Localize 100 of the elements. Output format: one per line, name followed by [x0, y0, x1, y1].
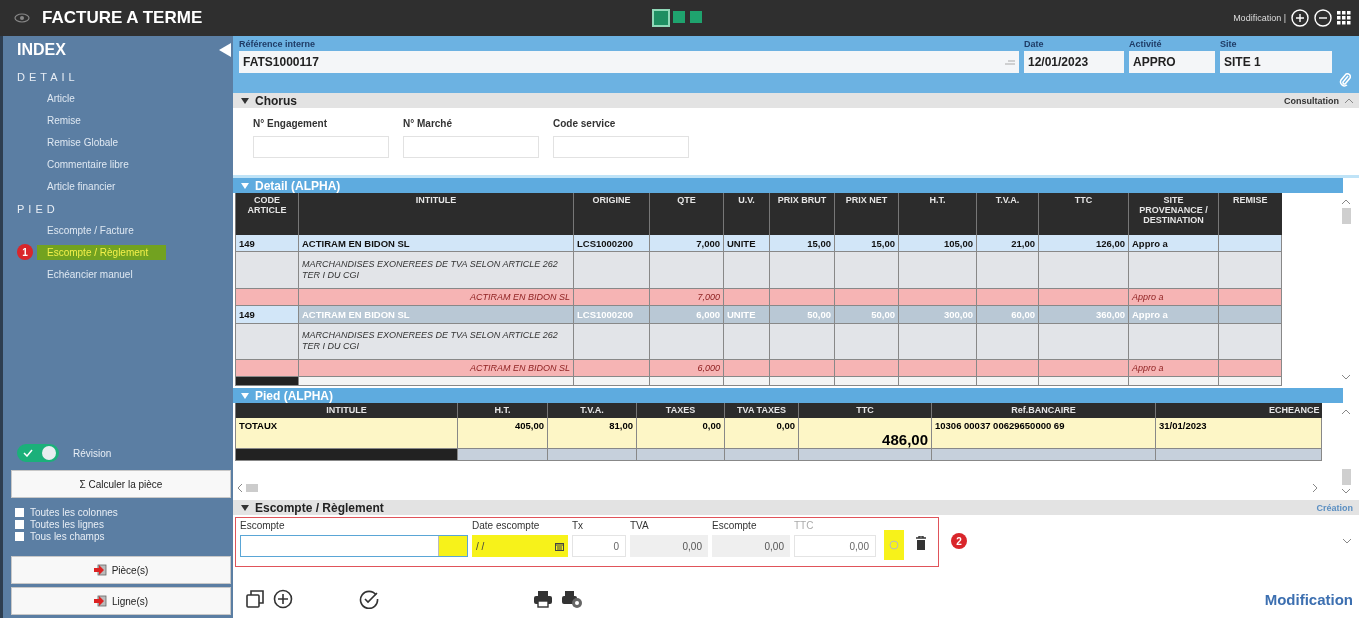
column-header[interactable]: INTITULE	[298, 193, 574, 235]
calculate-button[interactable]: Σ Calculer la pièce	[11, 470, 231, 498]
sidebar-title: INDEX	[17, 41, 66, 59]
minus-circle-icon[interactable]	[1314, 9, 1332, 27]
column-header[interactable]: H.T.	[898, 193, 977, 235]
check-circle-icon[interactable]	[359, 589, 379, 609]
input-field[interactable]: SITE 1	[1220, 51, 1332, 73]
scroll-up-icon[interactable]	[1342, 409, 1350, 414]
scroll-thumb[interactable]	[1341, 208, 1351, 224]
toggle-switch[interactable]	[17, 444, 59, 462]
document-arrow-icon	[93, 564, 108, 576]
table-cell	[976, 251, 1039, 289]
table-cell: 7,000	[649, 235, 724, 252]
delete-icon[interactable]	[916, 536, 926, 550]
sidebar-item[interactable]: Article	[43, 90, 81, 106]
table-cell: 31/01/2023	[1155, 418, 1322, 449]
table-cell	[976, 323, 1039, 360]
checkbox-label: Toutes les colonnes	[30, 506, 118, 518]
caret-icon	[241, 97, 249, 104]
column-header[interactable]: SITE PROVENANCE / DESTINATION	[1128, 193, 1219, 235]
grid-icon[interactable]	[1337, 11, 1351, 25]
calendar-icon[interactable]	[555, 541, 564, 551]
column-header[interactable]: CODE ARTICLE	[235, 193, 299, 235]
column-header[interactable]: T.V.A.	[547, 403, 637, 418]
column-header[interactable]: H.T.	[457, 403, 548, 418]
field-label: N° Engagement	[253, 118, 328, 129]
collapse-icon[interactable]	[219, 43, 231, 57]
table-cell	[1218, 323, 1282, 360]
column-header[interactable]: TTC	[798, 403, 932, 418]
column-header[interactable]: ECHEANCE	[1155, 403, 1322, 418]
sidebar-item[interactable]: Escompte / Facture	[43, 222, 140, 238]
sidebar-item[interactable]: Article financier	[43, 178, 122, 194]
scroll-left-icon[interactable]	[237, 484, 242, 492]
table-cell	[1218, 235, 1282, 252]
table-cell	[769, 251, 835, 289]
copy-icon[interactable]	[245, 589, 265, 609]
printer-settings-icon[interactable]	[561, 589, 583, 609]
column-header[interactable]: PRIX BRUT	[769, 193, 835, 235]
table-cell: ACTIRAM EN BIDON SL	[298, 235, 574, 252]
scroll-up-icon[interactable]	[1345, 98, 1353, 103]
input-field[interactable]	[240, 535, 468, 557]
mode-label: Modification |	[1233, 13, 1286, 23]
column-header[interactable]: T.V.A.	[976, 193, 1039, 235]
field-label: TTC	[794, 520, 815, 531]
column-header[interactable]: ORIGINE	[573, 193, 650, 235]
column-header[interactable]: TVA TAXES	[724, 403, 799, 418]
column-header[interactable]: QTE	[649, 193, 724, 235]
scroll-down-icon[interactable]	[1343, 538, 1351, 544]
sidebar-item[interactable]: Remise	[43, 112, 87, 128]
column-header[interactable]: U.V.	[723, 193, 770, 235]
column-header[interactable]: TAXES	[636, 403, 725, 418]
scroll-thumb[interactable]	[1341, 469, 1351, 485]
field-label: Tx	[572, 520, 585, 531]
sidebar-item[interactable]: Commentaire libre	[43, 156, 135, 172]
resize-grip-icon	[1005, 59, 1015, 65]
input-field[interactable]: 0,00	[794, 535, 876, 557]
table-row[interactable]: 149 ACTIRAM EN BIDON SL LCS1000200 7,000 UNITE 15,00 15,00 105,00 21,00 126,00 Appro a	[235, 235, 1282, 252]
table-cell: 10306 00037 00629650000 69	[931, 418, 1156, 449]
column-header[interactable]: INTITULE	[235, 403, 458, 418]
checkbox[interactable]	[15, 507, 24, 517]
scroll-right-icon[interactable]	[1313, 484, 1318, 492]
section-heading: DETAIL	[16, 70, 80, 85]
field-label: Date	[1024, 39, 1045, 49]
plus-circle-icon[interactable]	[1291, 9, 1309, 27]
column-header[interactable]: Ref.BANCAIRE	[931, 403, 1156, 418]
sidebar-item[interactable]: Remise Globale	[43, 134, 125, 150]
caret-icon	[241, 392, 249, 399]
sidebar-item[interactable]: Echéancier manuel	[43, 266, 139, 282]
copy-button[interactable]: Ligne(s)	[11, 587, 231, 615]
table-cell	[769, 323, 835, 360]
field-label: Escompte	[712, 520, 758, 531]
scroll-up-icon[interactable]	[1342, 199, 1350, 204]
step-badge: 1	[17, 244, 33, 260]
input-field[interactable]: 12/01/2023	[1024, 51, 1124, 73]
checkbox[interactable]	[15, 531, 24, 541]
copy-button[interactable]: Pièce(s)	[11, 556, 231, 584]
column-header[interactable]: REMISE	[1218, 193, 1282, 235]
scroll-down-icon[interactable]	[1342, 489, 1350, 494]
table-cell: UNITE	[723, 235, 770, 252]
checkbox[interactable]	[15, 519, 24, 529]
section-header[interactable]: Chorus Consultation	[233, 93, 1359, 108]
section-header[interactable]: Escompte / Règlement Création	[233, 500, 1359, 515]
table-cell	[235, 323, 299, 360]
table-cell	[834, 323, 899, 360]
table-cell	[723, 323, 770, 360]
caret-icon	[241, 504, 249, 511]
column-header[interactable]: TTC	[1038, 193, 1129, 235]
column-header[interactable]: PRIX NET	[834, 193, 899, 235]
eye-icon[interactable]	[14, 13, 30, 23]
add-icon[interactable]	[273, 589, 293, 609]
scroll-down-icon[interactable]	[1342, 375, 1350, 380]
input-field[interactable]: APPRO	[1129, 51, 1215, 73]
scroll-thumb[interactable]	[246, 484, 258, 492]
date-field[interactable]: / /	[472, 535, 568, 557]
input-field[interactable]: 0	[572, 535, 626, 557]
printer-icon[interactable]	[533, 589, 553, 609]
paperclip-icon[interactable]	[1339, 73, 1351, 87]
table-row[interactable]: 149 ACTIRAM EN BIDON SL LCS1000200 6,000 UNITE 50,00 50,00 300,00 60,00 360,00 Appro a	[235, 305, 1282, 324]
input-field[interactable]: FATS1000117	[239, 51, 1019, 73]
circle-icon	[889, 540, 899, 550]
